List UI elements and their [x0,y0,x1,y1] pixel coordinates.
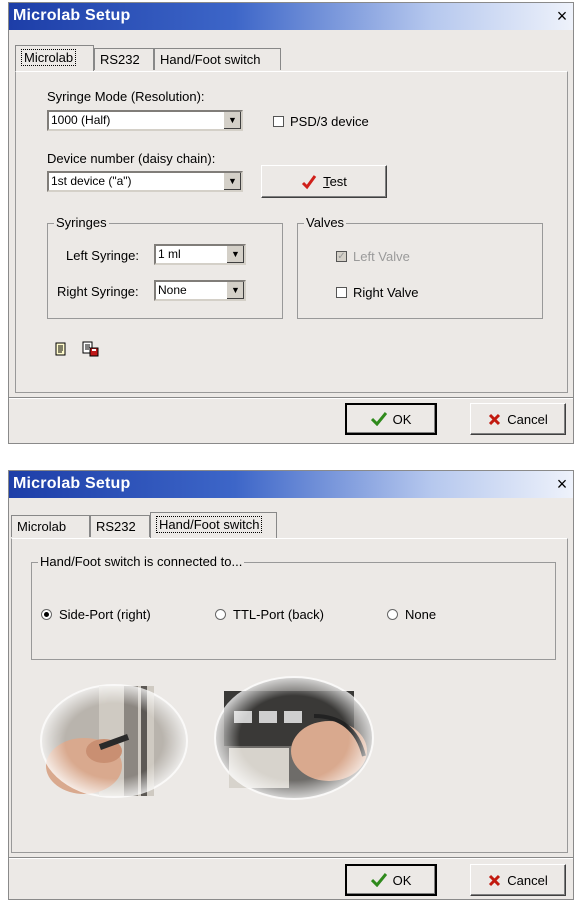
radio-ttl-port[interactable]: TTL-Port (back) [215,607,324,622]
dialog-title: Microlab Setup [13,7,131,24]
save-document-icon[interactable] [82,341,100,360]
valves-group: Valves [297,215,543,319]
right-syringe-select[interactable]: None ▼ [154,280,246,301]
cancel-button[interactable]: Cancel [470,864,566,896]
button-separator [9,397,573,399]
ttl-port-photo [214,676,374,801]
cancel-x-icon [489,874,501,886]
title-bar: Microlab Setup × [9,3,573,30]
tab-microlab[interactable]: Microlab [11,515,90,537]
side-port-photo [39,681,189,799]
device-number-select[interactable]: 1st device ("a") ▼ [47,171,243,192]
title-bar: Microlab Setup × [9,471,573,498]
syringe-mode-label: Syringe Mode (Resolution): [47,89,205,104]
syringes-group: Syringes [47,215,283,319]
chevron-down-icon[interactable]: ▼ [226,282,244,299]
cancel-x-icon [489,413,501,425]
tab-hand-foot-switch[interactable]: Hand/Foot switch [154,48,281,70]
radio-dot[interactable] [387,609,398,620]
chevron-down-icon[interactable]: ▼ [226,246,244,263]
cancel-button[interactable]: Cancel [470,403,566,435]
check-icon [302,174,317,189]
right-valve-checkbox[interactable]: Right Valve [336,285,419,300]
checkbox-box: ✓ [336,251,347,262]
check-icon [370,412,387,426]
valves-group-title: Valves [304,215,347,230]
syringes-group-title: Syringes [54,215,109,230]
device-number-label: Device number (daisy chain): [47,151,216,166]
right-syringe-label: Right Syringe: [57,284,139,299]
checkbox-box[interactable] [273,116,284,127]
left-syringe-label: Left Syringe: [66,248,139,263]
test-button[interactable]: Test [261,165,387,198]
close-icon[interactable]: × [553,7,571,25]
checkbox-box[interactable] [336,287,347,298]
radio-none[interactable]: None [387,607,436,622]
tab-hand-foot-switch[interactable]: Hand/Foot switch [150,512,277,538]
close-icon[interactable]: × [553,475,571,493]
check-icon [370,873,387,887]
chevron-down-icon[interactable]: ▼ [223,173,241,190]
left-syringe-select[interactable]: 1 ml ▼ [154,244,246,265]
radio-dot[interactable] [215,609,226,620]
tab-microlab[interactable]: Microlab [15,45,94,71]
dialog-title: Microlab Setup [13,475,131,492]
syringe-mode-select[interactable]: 1000 (Half) ▼ [47,110,243,131]
ok-button[interactable]: OK [345,864,437,896]
document-icon[interactable] [54,342,68,361]
microlab-setup-dialog-hand-foot-tab: Microlab Setup × Microlab RS232 Hand/Foo… [8,470,574,900]
group-title: Hand/Foot switch is connected to... [38,554,245,569]
radio-dot[interactable] [41,609,52,620]
button-separator [9,857,573,859]
microlab-setup-dialog-microlab-tab: Microlab Setup × Microlab RS232 Hand/Foo… [8,2,574,444]
psd3-checkbox[interactable]: PSD/3 device [273,114,369,129]
chevron-down-icon[interactable]: ▼ [223,112,241,129]
tab-rs232[interactable]: RS232 [94,48,154,70]
tab-rs232[interactable]: RS232 [90,515,150,537]
radio-side-port[interactable]: Side-Port (right) [41,607,151,622]
ok-button[interactable]: OK [345,403,437,435]
left-valve-checkbox: ✓ Left Valve [336,249,410,264]
